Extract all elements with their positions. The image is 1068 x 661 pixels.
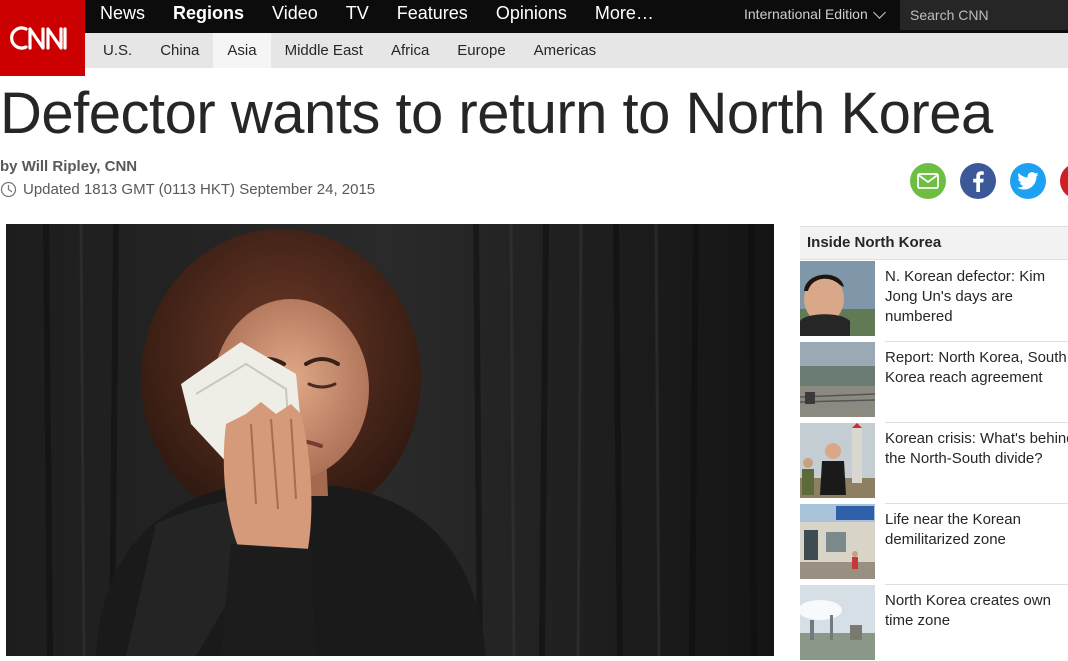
hero-photo[interactable] xyxy=(6,224,774,656)
region-tab-europe[interactable]: Europe xyxy=(443,33,519,68)
hero-photo-crying-woman xyxy=(6,224,774,656)
story-thumbnail xyxy=(800,261,875,336)
sidebar-story-5[interactable]: North Korea creates own time zone xyxy=(800,585,1068,660)
sidebar-story-1[interactable]: N. Korean defector: Kim Jong Un's days a… xyxy=(800,261,1068,336)
article-headline: Defector wants to return to North Korea xyxy=(0,81,993,146)
sidebar-heading: Inside North Korea xyxy=(800,226,1068,260)
cnn-logo-mark xyxy=(9,26,67,50)
facebook-icon xyxy=(973,171,984,192)
region-tab-asia[interactable]: Asia xyxy=(213,33,271,68)
share-pinterest-button[interactable] xyxy=(1060,163,1068,199)
region-tab-middle-east[interactable]: Middle East xyxy=(271,33,377,68)
story-thumbnail xyxy=(800,504,875,579)
nav-item-regions[interactable]: Regions xyxy=(159,0,258,33)
byline-author[interactable]: Will Ripley, CNN xyxy=(22,158,137,175)
nav-item-opinions[interactable]: Opinions xyxy=(482,0,581,33)
sidebar-story-4[interactable]: Life near the Korean demilitarized zone xyxy=(800,504,1068,579)
edition-selector[interactable]: International Edition xyxy=(744,0,886,28)
share-email-button[interactable] xyxy=(910,163,946,199)
sidebar-story-2[interactable]: Report: North Korea, South Korea reach a… xyxy=(800,342,1068,417)
edition-label: International Edition xyxy=(744,6,868,22)
sidebar-story-3[interactable]: Korean crisis: What's behind the North-S… xyxy=(800,423,1068,498)
search-input[interactable] xyxy=(910,7,1060,23)
sub-nav-bar: U.S. China Asia Middle East Africa Europ… xyxy=(0,33,1068,68)
story-thumbnail xyxy=(800,342,875,417)
article-timestamp: Updated 1813 GMT (0113 HKT) September 24… xyxy=(0,181,375,198)
nav-item-features[interactable]: Features xyxy=(383,0,482,33)
story-headline: Report: North Korea, South Korea reach a… xyxy=(885,349,1067,386)
share-facebook-button[interactable] xyxy=(960,163,996,199)
article-byline: by Will Ripley, CNN xyxy=(0,158,137,175)
twitter-icon xyxy=(1017,172,1039,190)
search-box[interactable] xyxy=(900,0,1068,30)
region-tab-china[interactable]: China xyxy=(146,33,213,68)
related-sidebar: Inside North Korea N. Korean defector: K… xyxy=(800,226,1068,660)
region-tab-americas[interactable]: Americas xyxy=(520,33,611,68)
chevron-down-icon xyxy=(872,5,886,19)
region-tab-africa[interactable]: Africa xyxy=(377,33,443,68)
share-twitter-button[interactable] xyxy=(1010,163,1046,199)
envelope-icon xyxy=(917,173,939,189)
story-headline: N. Korean defector: Kim Jong Un's days a… xyxy=(885,268,1046,325)
story-headline: North Korea creates own time zone xyxy=(885,592,1051,629)
main-nav: News Regions Video TV Features Opinions … xyxy=(86,0,668,33)
nav-item-tv[interactable]: TV xyxy=(332,0,383,33)
updated-text: Updated 1813 GMT (0113 HKT) September 24… xyxy=(23,181,376,198)
story-thumbnail xyxy=(800,423,875,498)
top-nav-bar: News Regions Video TV Features Opinions … xyxy=(0,0,1068,33)
cnn-logo[interactable] xyxy=(0,0,85,76)
nav-item-video[interactable]: Video xyxy=(258,0,332,33)
clock-icon xyxy=(0,181,17,198)
nav-item-news[interactable]: News xyxy=(86,0,159,33)
story-thumbnail xyxy=(800,585,875,660)
byline-prefix: by xyxy=(0,158,22,175)
region-nav: U.S. China Asia Middle East Africa Europ… xyxy=(89,33,610,68)
story-headline: Korean crisis: What's behind the North-S… xyxy=(885,430,1068,467)
region-tab-us[interactable]: U.S. xyxy=(89,33,146,68)
nav-item-more[interactable]: More… xyxy=(581,0,668,33)
story-headline: Life near the Korean demilitarized zone xyxy=(885,511,1021,548)
